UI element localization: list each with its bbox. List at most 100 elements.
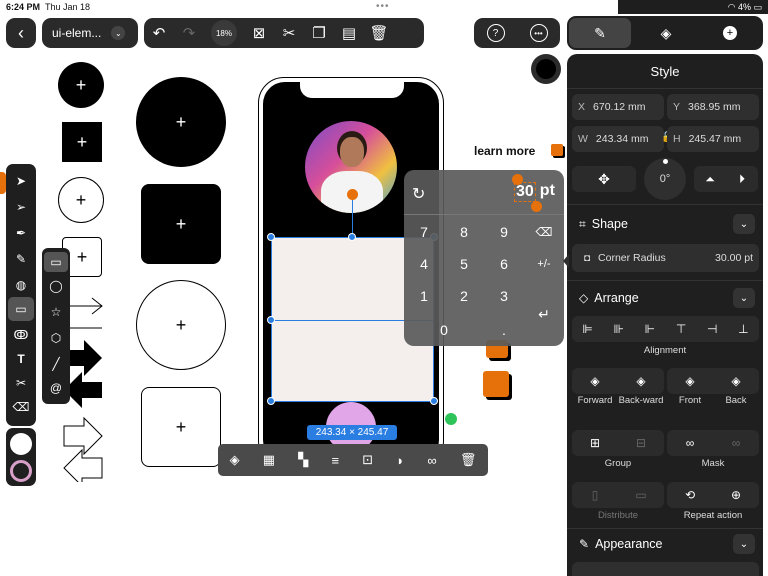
key-2[interactable]: 2 (446, 282, 482, 310)
repeat-icon[interactable]: ⟲ (667, 482, 713, 508)
move-button[interactable]: ✥ (572, 166, 636, 192)
key-4[interactable]: 4 (406, 250, 442, 278)
orange-square-2[interactable] (483, 371, 509, 397)
distribute-h-icon[interactable]: ▯ (572, 482, 618, 508)
lasso-icon[interactable]: ↂ (6, 324, 36, 346)
appearance-section-header[interactable]: ✎ Appearance ⌄ (579, 534, 755, 554)
handle-middle-left[interactable] (267, 316, 275, 324)
text-tool-icon[interactable]: T (6, 348, 36, 370)
key-5[interactable]: 5 (446, 250, 482, 278)
arrange-icon[interactable]: ▚ (298, 452, 308, 468)
corner-radius-field[interactable]: ◘ Corner Radius 30.00 pt (572, 244, 759, 272)
forward-icon[interactable]: ◈ (572, 368, 618, 394)
backward-icon[interactable]: ◈ (618, 368, 664, 394)
scissors-icon[interactable]: ✂ (274, 18, 304, 48)
w-field[interactable]: W 243.34 mm (572, 126, 664, 152)
key-8[interactable]: 8 (446, 218, 482, 246)
delete-icon[interactable]: 🗑 (460, 452, 477, 468)
green-anchor-dot[interactable] (445, 413, 457, 425)
rotation-handle[interactable] (347, 189, 358, 200)
document-title-button[interactable]: ui-elem... ⌄ (42, 18, 138, 48)
zoom-indicator[interactable]: 18% (204, 18, 244, 48)
transparency-icon[interactable]: ▦ (263, 452, 275, 468)
key-9[interactable]: 9 (486, 218, 522, 246)
mask-off-icon[interactable]: ∞ (713, 430, 759, 456)
undo-icon[interactable]: ↶ (144, 18, 174, 48)
mask-on-icon[interactable]: ∞ (667, 430, 713, 456)
h-field[interactable]: H 245.47 mm (667, 126, 759, 152)
fill-icon[interactable]: ◍ (6, 274, 36, 296)
shape-black-rounded-square[interactable]: + (141, 184, 221, 264)
shape-outline-rounded-square[interactable]: + (141, 387, 221, 467)
align-bottom-icon[interactable]: ⊥ (738, 322, 748, 336)
shape-section-header[interactable]: ⌗ Shape ⌄ (579, 214, 755, 234)
rectangle-shape-icon[interactable]: ▭ (44, 252, 68, 272)
align-top-icon[interactable]: ⊤ (676, 322, 686, 336)
align-left-icon[interactable]: ⊫ (582, 322, 592, 336)
handle-bottom-left[interactable] (267, 397, 275, 405)
star-shape-icon[interactable]: ☆ (42, 302, 70, 322)
learn-more-text[interactable]: learn more (474, 144, 535, 158)
stroke-color-swatch[interactable] (10, 460, 32, 482)
direct-select-icon[interactable]: ➢ (6, 196, 36, 218)
outline-arrow-left-icon[interactable] (63, 448, 103, 482)
brush-tool-icon[interactable]: ✎ (6, 248, 36, 270)
shape-outline-circle-small[interactable]: + (58, 177, 104, 223)
align-right-icon[interactable]: ⊩ (645, 322, 655, 336)
tab-style[interactable]: ✎ (569, 18, 631, 48)
key-decimal[interactable]: . (486, 316, 522, 344)
select-frame-icon[interactable]: ⊠ (244, 18, 274, 48)
backspace-icon[interactable]: ⌫ (526, 218, 562, 246)
pen-icon[interactable]: ✒ (6, 222, 36, 244)
line-shape-icon[interactable]: ╱ (42, 354, 70, 374)
handle-top-center[interactable] (348, 233, 356, 241)
distribute-v-icon[interactable]: ▭ (618, 482, 664, 508)
align-center-h-icon[interactable]: ⊪ (614, 322, 624, 336)
eraser-icon[interactable]: ⌫ (6, 396, 36, 418)
flip-vertical-icon[interactable]: ⏶ (694, 166, 726, 192)
corner-icon[interactable]: ◗ (396, 453, 404, 468)
shape-outline-circle-large[interactable]: + (136, 280, 226, 370)
hexagon-shape-icon[interactable]: ⬡ (42, 328, 70, 348)
ungroup-icon[interactable]: ⊟ (618, 430, 664, 456)
layers-order-icon[interactable]: ◈ (230, 452, 240, 468)
key-plusminus[interactable]: +/- (526, 250, 562, 278)
more-icon[interactable]: ••• (529, 24, 548, 42)
tab-layers[interactable]: ◈ (635, 18, 697, 48)
arrange-section-header[interactable]: ◇ Arrange ⌄ (579, 288, 755, 308)
key-7[interactable]: 7 (406, 218, 442, 246)
outline-arrow-right-icon[interactable] (63, 416, 103, 456)
reset-icon[interactable]: ↻ (412, 184, 425, 204)
repeat-add-icon[interactable]: ⊕ (713, 482, 759, 508)
handle-top-left[interactable] (267, 233, 275, 241)
shape-black-circle-large[interactable]: + (136, 77, 226, 167)
copy-icon[interactable]: ❐ (304, 18, 334, 48)
mask-icon[interactable]: ∞ (427, 453, 436, 468)
handle-bottom-right[interactable] (430, 397, 438, 405)
align-icon[interactable]: ≡ (331, 453, 339, 468)
back-icon[interactable]: ◈ (713, 368, 759, 394)
fill-color-swatch[interactable] (10, 433, 32, 455)
select-arrow-icon[interactable]: ➤ (6, 170, 36, 192)
color-picker-button[interactable] (531, 54, 561, 84)
group-icon[interactable]: ⊞ (572, 430, 618, 456)
appearance-field-partial[interactable] (572, 562, 759, 576)
shape-tool-icon[interactable]: ▭ (8, 297, 34, 321)
key-0[interactable]: 0 (426, 316, 462, 344)
align-middle-v-icon[interactable]: ⊣ (707, 322, 717, 336)
scissors-tool-icon[interactable]: ✂ (6, 372, 36, 394)
redo-icon[interactable]: ↷ (174, 18, 204, 48)
flip-horizontal-icon[interactable]: ⏵ (726, 166, 758, 192)
back-button[interactable]: ‹ (6, 18, 36, 48)
key-1[interactable]: 1 (406, 282, 442, 310)
return-icon[interactable]: ↵ (526, 300, 562, 328)
frame-icon[interactable]: ⊡ (362, 452, 373, 468)
front-icon[interactable]: ◈ (667, 368, 713, 394)
multitask-dots-icon[interactable]: ••• (376, 1, 390, 12)
trash-icon[interactable]: 🗑 (364, 18, 394, 48)
ellipse-shape-icon[interactable]: ◯ (42, 276, 70, 296)
shape-black-square-small[interactable]: + (62, 122, 102, 162)
rotation-dial[interactable]: 0° (644, 158, 686, 200)
key-3[interactable]: 3 (486, 282, 522, 310)
x-field[interactable]: X 670.12 mm (572, 94, 664, 120)
